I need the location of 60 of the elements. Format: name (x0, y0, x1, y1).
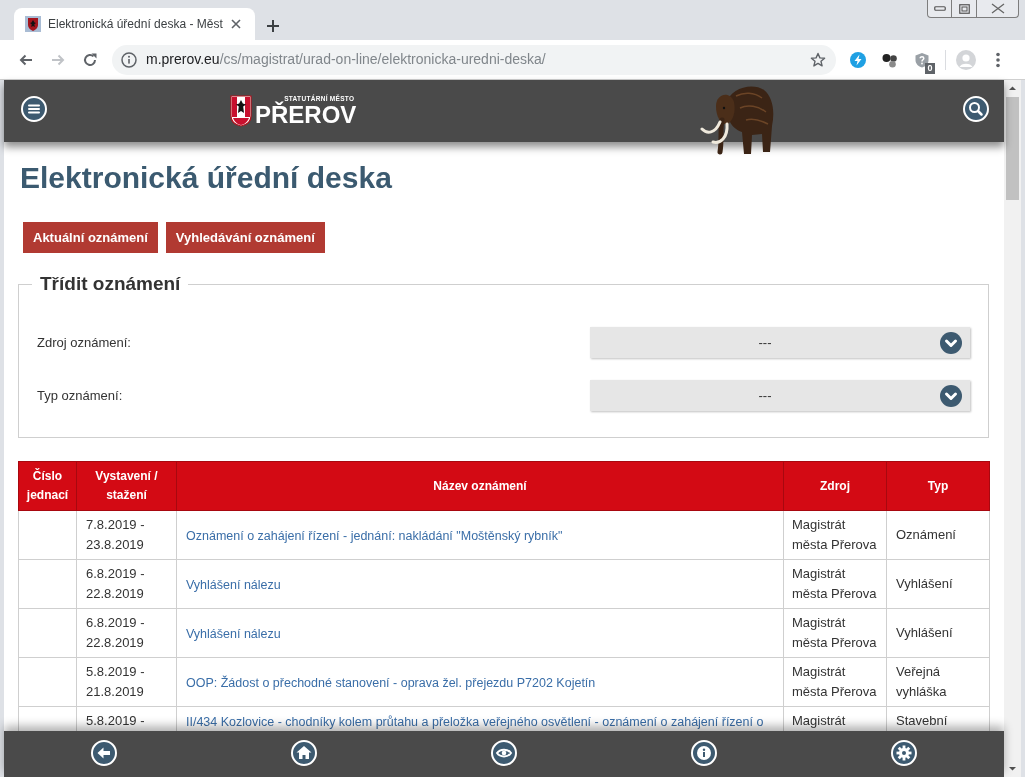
close-icon (990, 3, 1005, 14)
more-icon[interactable] (996, 51, 1000, 68)
column-header: Název oznámení (176, 461, 784, 511)
column-header: Typ (886, 461, 990, 511)
back-icon[interactable] (91, 739, 117, 766)
group-title: Třídit oznámení (39, 272, 182, 296)
lightning-icon[interactable] (850, 51, 866, 68)
column-header: Vystavení / stažení (76, 461, 177, 511)
select-field[interactable]: --- (590, 380, 970, 411)
info-icon[interactable] (121, 51, 137, 68)
star-icon[interactable] (810, 51, 826, 68)
coat-of-arms-icon (230, 94, 252, 127)
spheres-icon[interactable] (882, 51, 898, 68)
table-cell: Vyhlášení (886, 559, 990, 609)
column-header: Zdroj (783, 461, 887, 511)
plus-icon[interactable] (266, 19, 280, 33)
table-cell: Vyhlášení (886, 608, 990, 658)
scrollbar[interactable] (1004, 80, 1021, 777)
table-cell: Oznámení (886, 510, 990, 560)
notice-link[interactable]: Vyhlášení nálezu (186, 626, 281, 641)
table-cell: Magistrát města Přerova (783, 559, 887, 609)
notice-link[interactable]: Vyhlášení nálezu (186, 577, 281, 592)
field-label: Zdroj oznámení: (37, 333, 131, 352)
table-cell: Veřejná vyhláška (886, 657, 990, 707)
chevron-down-icon (940, 384, 962, 407)
menu-icon[interactable] (21, 95, 47, 122)
address-bar[interactable]: m.prerov.eu/cs/magistrat/urad-on-line/elektronicka-uredni-deska/ (112, 44, 836, 75)
notice-link[interactable]: Oznámení o zahájení řízení - jednání: nakládání "Moštěnský rybník" (186, 528, 563, 543)
column-header: Číslo jednací (18, 461, 77, 511)
url-text: m.prerov.eu/cs/magistrat/urad-on-line/elektronicka-uredni-deska/ (146, 50, 546, 69)
table-cell: Magistrát města Přerova (783, 608, 887, 658)
close-icon[interactable] (231, 19, 241, 29)
table-cell: 6.8.2019 - 22.8.2019 (76, 559, 177, 609)
logo-text: PŘEROV (255, 102, 357, 127)
table-cell: Magistrát města Přerova (783, 657, 887, 707)
field-label: Typ oznámení: (37, 386, 123, 405)
browser-tab[interactable]: Elektronická úřední deska - Měst (14, 8, 255, 40)
home-icon[interactable] (291, 739, 317, 766)
settings-icon[interactable] (891, 739, 917, 766)
shield-icon[interactable] (914, 51, 930, 68)
table-cell: 5.8.2019 - 21.8.2019 (76, 657, 177, 707)
nav-button[interactable]: Aktuální oznámení (23, 222, 158, 253)
select-field[interactable]: --- (590, 327, 970, 358)
emblem-icon (25, 16, 41, 32)
scrollbar-thumb[interactable] (1006, 97, 1019, 200)
search-icon[interactable] (963, 95, 989, 122)
minimize-button[interactable] (927, 0, 952, 18)
maximize-icon (958, 3, 970, 14)
close-button[interactable] (977, 0, 1019, 18)
reload-icon[interactable] (82, 51, 98, 68)
table-cell: Magistrát města Přerova (783, 510, 887, 560)
table-cell: 6.8.2019 - 22.8.2019 (76, 608, 177, 658)
minimize-icon (933, 6, 946, 11)
chevron-down-icon (940, 331, 962, 354)
eye-icon[interactable] (491, 739, 517, 766)
page-title: Elektronická úřední deska (20, 160, 393, 196)
nav-button[interactable]: Vyhledávání oznámení (165, 222, 325, 253)
notification-badge: 0 (925, 62, 935, 74)
table-cell: 7.8.2019 - 23.8.2019 (76, 510, 177, 560)
maximize-button[interactable] (952, 0, 977, 18)
